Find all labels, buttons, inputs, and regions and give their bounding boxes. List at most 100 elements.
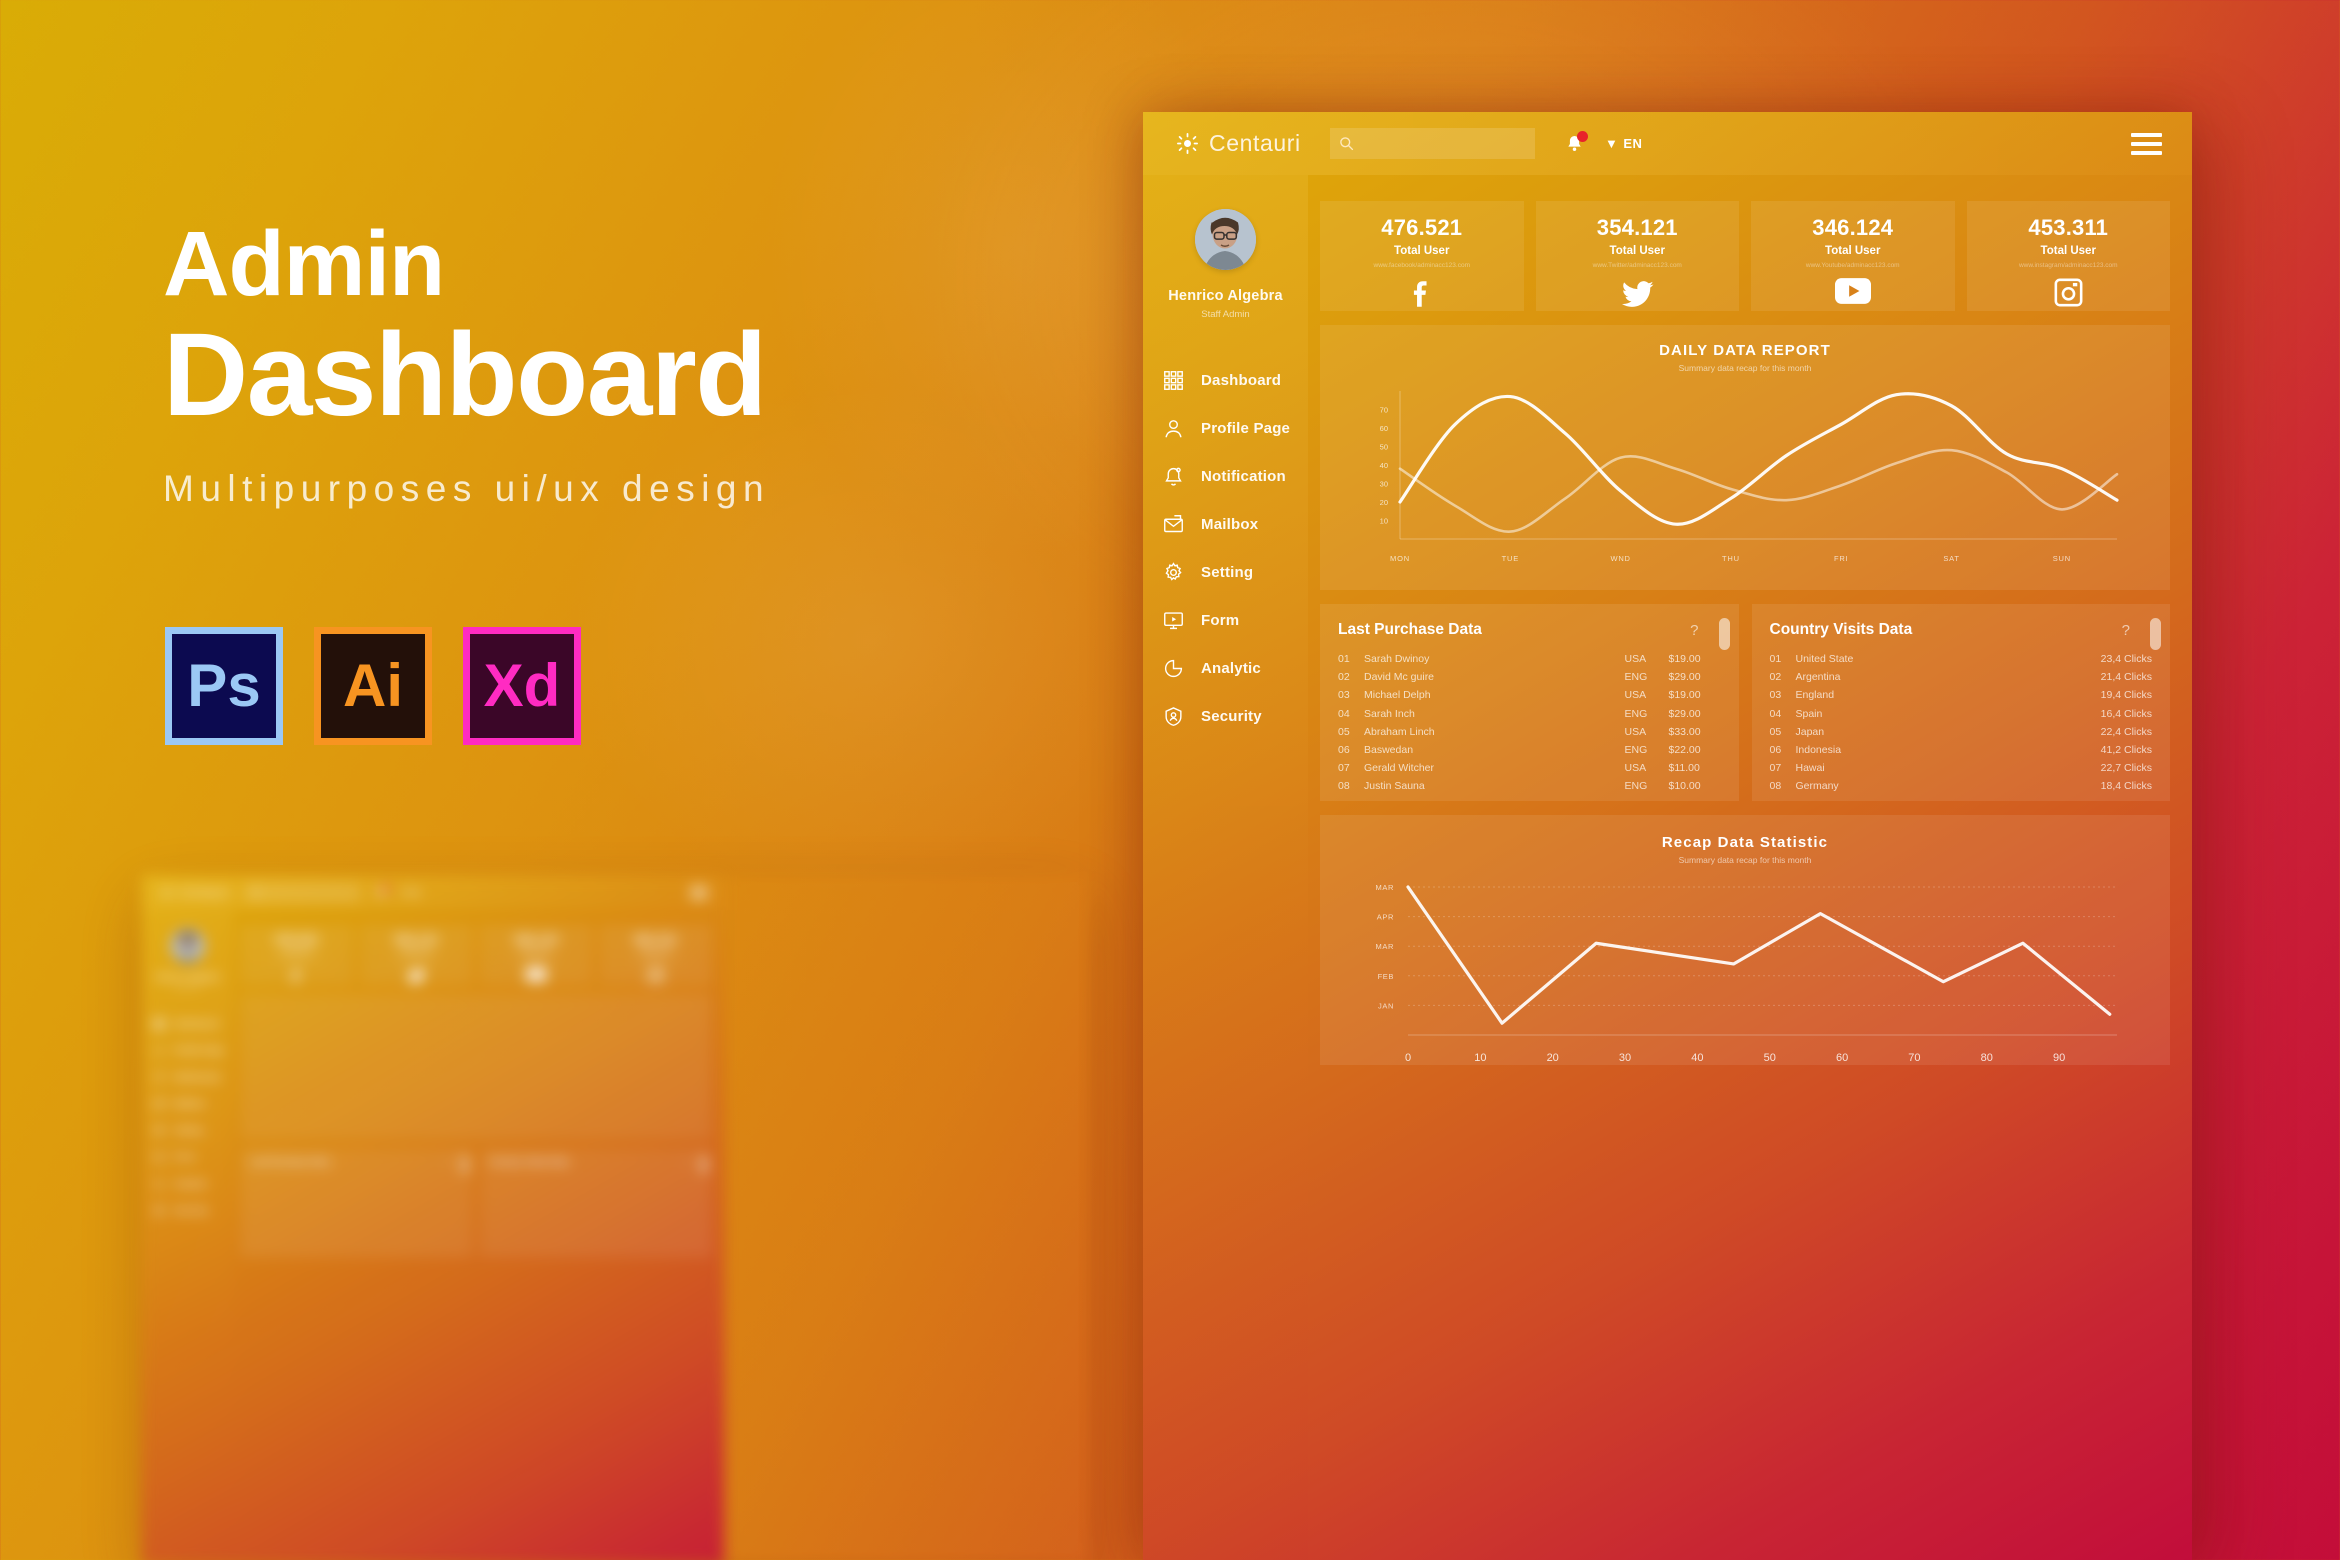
language-selector[interactable]: ▼ EN <box>1605 136 1642 151</box>
svg-text:0: 0 <box>1405 1052 1411 1064</box>
table-row[interactable]: 07 Gerald Witcher USA $11.00 <box>1338 759 1721 777</box>
table-row[interactable]: 01 United State 23,4 Clicks <box>1770 650 2153 668</box>
table-row[interactable]: 05 Japan 22,4 Clicks <box>1770 723 2153 741</box>
table-row[interactable]: 08 Justin Sauna ENG $10.00 <box>1338 777 1721 795</box>
table-row[interactable]: 07 Hawai 22,7 Clicks <box>1770 759 2153 777</box>
row-index: 04 <box>1338 707 1350 720</box>
row-clicks: 21,4 Clicks <box>2100 671 2152 684</box>
hero-title-line1: Admin <box>163 213 445 315</box>
row-index: 08 <box>1769 780 1782 793</box>
sidebar-item-analytic[interactable]: Analytic <box>142 1170 234 1197</box>
sidebar-menu: Dashboard Profile Page Notification Mail… <box>1143 356 1308 740</box>
row-clicks: 16,4 Clicks <box>2100 707 2152 720</box>
table-row[interactable]: 03 England 19,4 Clicks <box>1770 686 2153 704</box>
preview-purchase-title: Last Purchase Data <box>250 1157 331 1167</box>
stat-label: Total User <box>640 948 671 956</box>
stat-card[interactable]: 346.124 Total User www.Youtube/adminacc1… <box>479 924 593 986</box>
country-visits-card: Country Visits Data ? 01 United State 23… <box>1751 604 2170 801</box>
language-label: EN <box>1623 136 1643 151</box>
search-box[interactable] <box>1330 128 1535 159</box>
table-row[interactable]: 03 Michael Delph USA $19.00 <box>1338 686 1721 704</box>
sidebar-item-profile-page[interactable]: Profile Page <box>1143 404 1308 452</box>
stat-card[interactable]: 476.521 Total User www.facebook/adminacc… <box>1320 201 1524 311</box>
table-row[interactable]: 01 Sarah Dwinoy USA $19.00 <box>1338 650 1721 668</box>
sidebar-item-dashboard[interactable]: Dashboard <box>1143 356 1308 404</box>
svg-text:JAN: JAN <box>1378 1001 1394 1010</box>
stat-card[interactable]: 453.311 Total User www.instagram/adminac… <box>599 924 712 986</box>
recap-statistic-card: Recap Data Statistic Summary data recap … <box>1320 815 2170 1065</box>
row-name: Sarah Inch <box>1364 707 1415 720</box>
table-row[interactable]: 08 Germany 18,4 Clicks <box>1770 777 2153 795</box>
purchase-scrollbar[interactable] <box>1718 618 1730 650</box>
stat-card[interactable]: 476.521 Total User www.facebook/adminacc… <box>240 924 354 986</box>
mail-icon <box>1163 514 1184 535</box>
hamburger-icon[interactable] <box>2131 132 2162 155</box>
sidebar-item-profile-page[interactable]: Profile Page <box>142 1037 234 1064</box>
mail-icon <box>153 1098 165 1110</box>
row-clicks: 23,4 Clicks <box>2100 653 2152 665</box>
svg-text:40: 40 <box>1691 1052 1703 1064</box>
table-row[interactable]: 02 Argentina 21,4 Clicks <box>1770 668 2153 686</box>
notification-bell-button[interactable] <box>1565 130 1588 155</box>
stat-url: www.instagram/adminacc123.com <box>628 958 683 963</box>
stat-card[interactable]: 346.124 Total User www.Youtube/adminacc1… <box>1751 201 1955 311</box>
stat-card[interactable]: 354.121 Total User www.Twitter/adminacc1… <box>359 924 473 986</box>
table-row[interactable]: 05 Abraham Linch USA $33.00 <box>1338 723 1721 741</box>
sidebar-item-setting[interactable]: Setting <box>142 1117 234 1144</box>
stat-card[interactable]: 453.311 Total User www.instagram/adminac… <box>1966 201 2170 311</box>
row-amount: $22.00 <box>1668 744 1701 757</box>
user-name: Henrico Algebra <box>1168 288 1283 304</box>
sidebar-item-security[interactable]: Security <box>1143 692 1308 740</box>
avatar[interactable] <box>1195 209 1256 270</box>
sidebar-item-mailbox[interactable]: Mailbox <box>142 1090 234 1117</box>
sidebar-item-analytic[interactable]: Analytic <box>1143 644 1308 692</box>
row-amount: $19.00 <box>1668 653 1701 665</box>
table-row[interactable]: 04 Spain 16,4 Clicks <box>1770 705 2153 723</box>
stat-card[interactable]: 354.121 Total User www.Twitter/adminacc1… <box>1535 201 1739 311</box>
sidebar-item-setting[interactable]: Setting <box>1143 548 1308 596</box>
row-name: Michael Delph <box>1364 689 1431 702</box>
sidebar-item-security[interactable]: Security <box>142 1197 234 1224</box>
country-help-icon[interactable]: ? <box>2122 622 2130 639</box>
svg-text:20: 20 <box>1380 498 1388 507</box>
row-name: Justin Sauna <box>1364 780 1425 793</box>
purchase-help-icon[interactable]: ? <box>1690 622 1698 639</box>
brand-logo[interactable]: Centauri <box>1143 130 1308 157</box>
row-country-name: United State <box>1795 653 1854 665</box>
sidebar-item-form[interactable]: Form <box>1143 596 1308 644</box>
sidebar-item-label: Notification <box>1201 467 1286 485</box>
stat-url: www.Youtube/adminacc123.com <box>1805 262 1900 269</box>
table-row[interactable]: 06 Indonesia 41,2 Clicks <box>1770 741 2153 759</box>
svg-text:20: 20 <box>1547 1052 1559 1064</box>
table-row[interactable]: 02 David Mc guire ENG $29.00 <box>1338 668 1721 686</box>
sidebar-item-dashboard[interactable]: Dashboard <box>142 1010 234 1037</box>
country-scrollbar[interactable] <box>2150 618 2161 650</box>
sidebar-item-notification[interactable]: Notification <box>142 1064 234 1091</box>
sidebar-item-notification[interactable]: Notification <box>1143 452 1308 500</box>
preview-user-role: Staff Admin <box>174 984 202 991</box>
svg-text:10: 10 <box>1380 517 1388 526</box>
gear-icon <box>1163 561 1184 583</box>
stat-label: Total User <box>1394 245 1450 257</box>
row-index: 03 <box>1769 689 1782 702</box>
sidebar-item-label: Profile Page <box>174 1045 224 1056</box>
row-index: 04 <box>1769 707 1782 720</box>
sidebar-item-mailbox[interactable]: Mailbox <box>1143 500 1308 548</box>
search-input[interactable] <box>1360 129 1525 158</box>
table-row[interactable]: 06 Baswedan ENG $22.00 <box>1338 741 1721 759</box>
user-icon <box>1163 418 1184 439</box>
row-country-name: Germany <box>1795 780 1839 793</box>
sidebar-item-form[interactable]: Form <box>142 1144 234 1171</box>
stat-url: www.facebook/adminacc123.com <box>269 958 324 963</box>
row-index: 06 <box>1769 744 1782 757</box>
xd-badge: Xd <box>463 627 581 745</box>
row-country: ENG <box>1624 744 1648 757</box>
stat-cards: 476.521 Total User www.facebook/adminacc… <box>1320 201 2170 311</box>
sidebar-item-label: Form <box>1201 611 1240 629</box>
grid-icon <box>1163 370 1184 391</box>
stat-url: www.facebook/adminacc123.com <box>1373 262 1470 269</box>
user-role: Staff Admin <box>1201 309 1250 320</box>
table-row[interactable]: 04 Sarah Inch ENG $29.00 <box>1338 705 1721 723</box>
row-country: USA <box>1624 653 1647 665</box>
search-icon <box>1339 136 1354 151</box>
